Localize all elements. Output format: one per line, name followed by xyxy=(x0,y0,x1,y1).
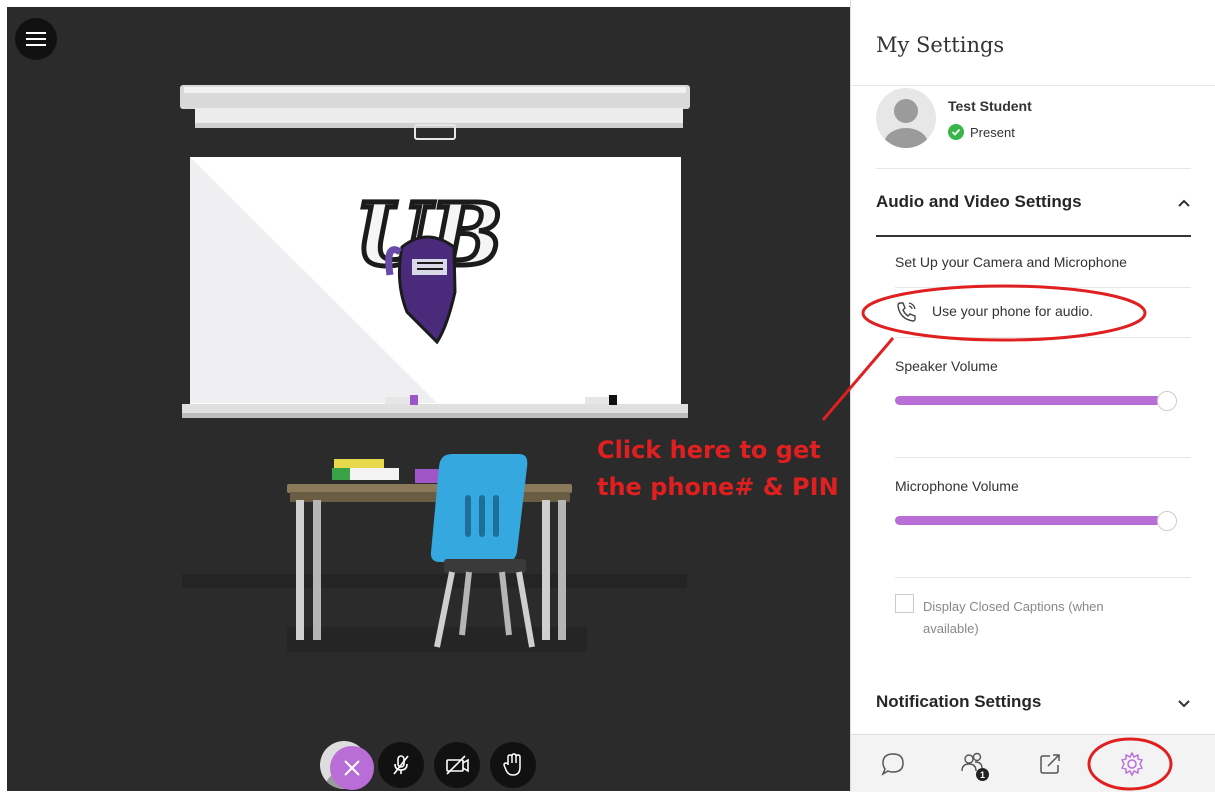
gear-icon xyxy=(1120,750,1144,777)
chat-icon xyxy=(881,752,904,776)
use-phone-audio-link[interactable]: Use your phone for audio. xyxy=(895,298,1155,326)
microphone-volume-track xyxy=(895,516,1161,525)
chevron-up-icon[interactable] xyxy=(1177,196,1191,210)
camera-off-icon xyxy=(446,755,469,775)
microphone-volume-label: Microphone Volume xyxy=(895,478,1019,494)
phone-icon xyxy=(897,302,916,322)
panel-tab-bar: 1 xyxy=(851,734,1215,792)
annotation-callout: Click here to get the phone# & PIN xyxy=(597,436,839,501)
microphone-muted-icon xyxy=(393,755,409,775)
participants-count-badge: 1 xyxy=(976,768,989,781)
microphone-volume-handle[interactable] xyxy=(1157,511,1177,531)
raise-hand-icon xyxy=(503,753,521,776)
present-check-icon xyxy=(948,124,964,140)
closed-captions-checkbox[interactable] xyxy=(895,594,914,613)
user-avatar xyxy=(876,88,936,148)
panel-title: My Settings xyxy=(876,33,1005,57)
chevron-down-icon[interactable] xyxy=(1177,697,1191,711)
hamburger-menu-icon xyxy=(26,32,46,46)
participants-tab[interactable]: 1 xyxy=(951,735,995,792)
microphone-volume-slider[interactable] xyxy=(895,511,1177,531)
user-status: Present xyxy=(948,124,1015,140)
closed-captions-label: Display Closed Captions (when available) xyxy=(923,599,1104,636)
divider xyxy=(895,337,1191,338)
close-icon xyxy=(344,760,360,776)
chat-tab[interactable] xyxy=(873,735,913,792)
hamburger-menu-button[interactable] xyxy=(15,18,57,60)
audio-video-settings-header[interactable]: Audio and Video Settings xyxy=(876,192,1082,212)
user-silhouette-icon xyxy=(884,99,928,148)
speaker-volume-track xyxy=(895,396,1161,405)
settings-panel: My Settings Test Student Present Audio a… xyxy=(850,0,1215,792)
use-phone-audio-label: Use your phone for audio. xyxy=(932,303,1094,319)
section-divider xyxy=(876,235,1191,237)
setup-camera-microphone-link[interactable]: Set Up your Camera and Microphone xyxy=(895,254,1127,270)
panel-header-divider xyxy=(851,85,1215,86)
my-settings-tab[interactable] xyxy=(1109,735,1155,792)
divider xyxy=(895,287,1191,288)
notification-settings-header[interactable]: Notification Settings xyxy=(876,692,1041,712)
close-panel-button[interactable] xyxy=(330,746,374,790)
raise-hand-button[interactable] xyxy=(490,742,536,788)
divider xyxy=(895,457,1191,458)
share-content-tab[interactable] xyxy=(1031,735,1071,792)
speaker-volume-handle[interactable] xyxy=(1157,391,1177,411)
classroom-illustration: UB xyxy=(180,85,690,652)
speaker-volume-slider[interactable] xyxy=(895,391,1177,411)
divider xyxy=(876,168,1191,169)
user-status-label: Present xyxy=(970,124,1015,140)
speaker-volume-label: Speaker Volume xyxy=(895,358,998,374)
microphone-toggle-button[interactable] xyxy=(378,742,424,788)
share-icon xyxy=(1040,753,1060,774)
divider xyxy=(895,577,1191,578)
user-name: Test Student xyxy=(948,98,1032,114)
classroom-stage: UB xyxy=(7,7,850,791)
camera-toggle-button[interactable] xyxy=(434,742,480,788)
